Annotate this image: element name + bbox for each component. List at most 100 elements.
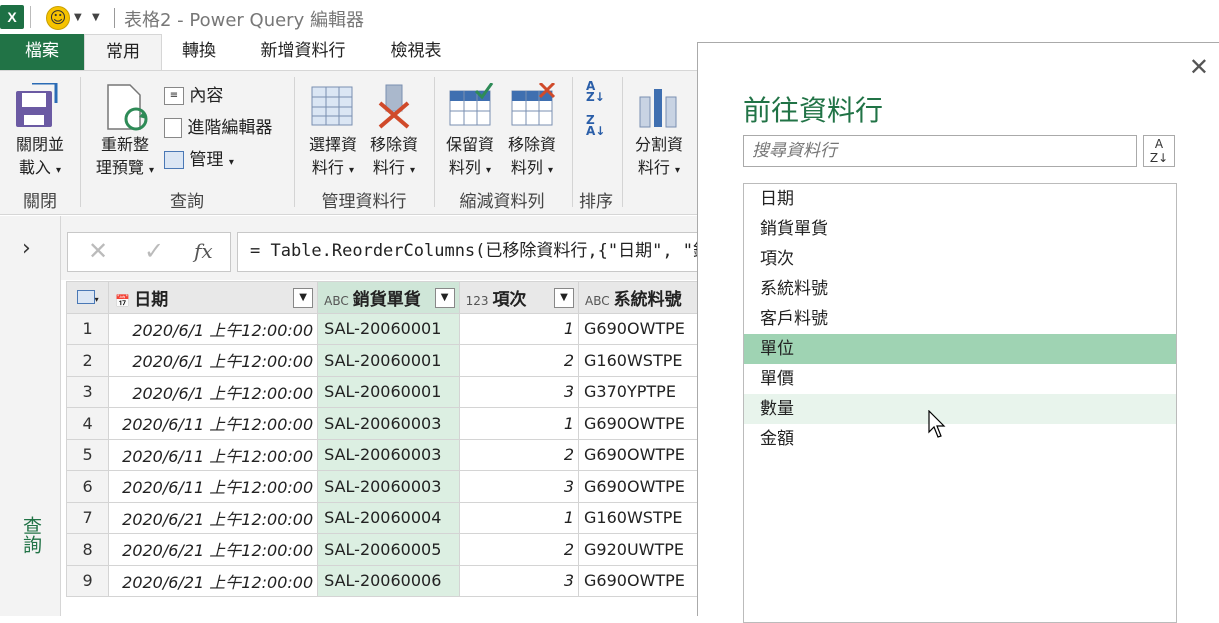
row-number[interactable]: 6 — [66, 470, 110, 503]
table-row[interactable]: 4 2020/6/11 上午12:00:00 SAL-20060003 1 G690OW… — [66, 407, 698, 440]
date-cell[interactable]: 2020/6/1 上午12:00:00 — [108, 312, 319, 345]
column-header-date[interactable]: 📅 日期 ▼ — [108, 281, 319, 314]
date-cell[interactable]: 2020/6/21 上午12:00:00 — [108, 564, 319, 597]
sort-az-button[interactable]: A Z↓ — [1143, 135, 1175, 167]
column-filter-button[interactable]: ▼ — [434, 288, 455, 308]
invoice-cell[interactable]: SAL-20060004 — [317, 501, 460, 534]
invoice-cell[interactable]: SAL-20060005 — [317, 533, 460, 566]
date-cell[interactable]: 2020/6/11 上午12:00:00 — [108, 438, 319, 471]
close-load-button[interactable]: 關閉並 載入 ▾ — [8, 133, 72, 182]
table-row[interactable]: 5 2020/6/11 上午12:00:00 SAL-20060003 2 G690OW… — [66, 438, 698, 471]
row-number[interactable]: 7 — [66, 501, 110, 534]
column-list-item[interactable]: 日期 — [744, 184, 1176, 214]
advanced-editor-button[interactable]: 進階編輯器 — [164, 113, 272, 138]
item-cell[interactable]: 1 — [458, 312, 580, 345]
smiley-icon[interactable]: ☺ — [46, 6, 70, 30]
invoice-cell[interactable]: SAL-20060001 — [317, 312, 460, 345]
row-number[interactable]: 5 — [66, 438, 110, 471]
column-list-item[interactable]: 數量 — [744, 394, 1176, 424]
date-cell[interactable]: 2020/6/21 上午12:00:00 — [108, 501, 319, 534]
part-no-cell[interactable]: G370YPTPE — [578, 375, 698, 408]
item-cell[interactable]: 2 — [458, 438, 580, 471]
tab-view[interactable]: 檢視表 — [374, 34, 458, 70]
part-no-cell[interactable]: G160WSTPE — [578, 344, 698, 377]
date-cell[interactable]: 2020/6/11 上午12:00:00 — [108, 407, 319, 440]
table-row[interactable]: 6 2020/6/11 上午12:00:00 SAL-20060003 3 G690OW… — [66, 470, 698, 503]
customize-toolbar-icon[interactable]: ▼ — [92, 12, 100, 23]
invoice-cell[interactable]: SAL-20060003 — [317, 407, 460, 440]
choose-columns-button[interactable]: 選擇資 料行 ▾ — [302, 133, 364, 182]
row-number[interactable]: 1 — [66, 312, 110, 345]
close-icon[interactable]: ✕ — [1189, 53, 1209, 81]
row-number[interactable]: 9 — [66, 564, 110, 597]
column-list-item[interactable]: 銷貨單貨 — [744, 214, 1176, 244]
tab-file[interactable]: 檔案 — [0, 34, 84, 70]
item-cell[interactable]: 3 — [458, 375, 580, 408]
column-header-item[interactable]: 123 項次 ▼ — [458, 281, 580, 314]
item-cell[interactable]: 1 — [458, 407, 580, 440]
item-cell[interactable]: 1 — [458, 501, 580, 534]
column-list-item[interactable]: 系統料號 — [744, 274, 1176, 304]
part-no-cell[interactable]: G690OWTPE — [578, 438, 698, 471]
part-no-cell[interactable]: G920UWTPE — [578, 533, 698, 566]
tab-add-column[interactable]: 新增資料行 — [240, 34, 366, 70]
column-filter-button[interactable]: ▼ — [554, 288, 575, 308]
table-row[interactable]: 2 2020/6/1 上午12:00:00 SAL-20060001 2 G160WST… — [66, 344, 698, 377]
row-number[interactable]: 3 — [66, 375, 110, 408]
tab-transform[interactable]: 轉換 — [164, 34, 234, 70]
remove-rows-button[interactable]: 移除資 料列 ▾ — [502, 133, 562, 182]
row-number[interactable]: 8 — [66, 533, 110, 566]
column-list-item[interactable]: 項次 — [744, 244, 1176, 274]
properties-button[interactable]: ≡ 內容 — [164, 81, 223, 106]
column-list-item[interactable]: 客戶料號 — [744, 304, 1176, 334]
part-no-cell[interactable]: G160WSTPE — [578, 501, 698, 534]
check-icon[interactable]: ✓ — [144, 237, 164, 265]
fx-icon[interactable]: fx — [194, 239, 213, 263]
table-row[interactable]: 8 2020/6/21 上午12:00:00 SAL-20060005 2 G920UW… — [66, 533, 698, 566]
invoice-cell[interactable]: SAL-20060003 — [317, 438, 460, 471]
sort-ascending-icon[interactable]: A Z↓ — [586, 80, 605, 103]
cancel-icon[interactable]: ✕ — [88, 237, 108, 265]
row-number[interactable]: 2 — [66, 344, 110, 377]
column-filter-button[interactable]: ▼ — [293, 288, 314, 308]
date-cell[interactable]: 2020/6/1 上午12:00:00 — [108, 344, 319, 377]
item-cell[interactable]: 3 — [458, 564, 580, 597]
column-list-item[interactable]: 單價 — [744, 364, 1176, 394]
table-row[interactable]: 3 2020/6/1 上午12:00:00 SAL-20060001 3 G370YPT… — [66, 375, 698, 408]
row-number[interactable]: 4 — [66, 407, 110, 440]
invoice-cell[interactable]: SAL-20060006 — [317, 564, 460, 597]
tab-home[interactable]: 常用 — [84, 34, 162, 70]
table-row[interactable]: 9 2020/6/21 上午12:00:00 SAL-20060006 3 G690OW… — [66, 564, 698, 597]
excel-icon[interactable]: X — [0, 5, 24, 29]
part-no-cell[interactable]: G690OWTPE — [578, 312, 698, 345]
queries-pane-label[interactable]: 查詢 — [18, 516, 45, 554]
date-cell[interactable]: 2020/6/21 上午12:00:00 — [108, 533, 319, 566]
keep-rows-button[interactable]: 保留資 料列 ▾ — [440, 133, 500, 182]
invoice-cell[interactable]: SAL-20060003 — [317, 470, 460, 503]
table-row[interactable]: 7 2020/6/21 上午12:00:00 SAL-20060004 1 G160WS… — [66, 501, 698, 534]
invoice-cell[interactable]: SAL-20060001 — [317, 344, 460, 377]
part-no-cell[interactable]: G690OWTPE — [578, 470, 698, 503]
formula-input[interactable]: = Table.ReorderColumns(已移除資料行,{"日期", "銷 — [237, 232, 707, 272]
date-cell[interactable]: 2020/6/11 上午12:00:00 — [108, 470, 319, 503]
item-cell[interactable]: 3 — [458, 470, 580, 503]
item-cell[interactable]: 2 — [458, 533, 580, 566]
part-no-cell[interactable]: G690OWTPE — [578, 407, 698, 440]
date-cell[interactable]: 2020/6/1 上午12:00:00 — [108, 375, 319, 408]
sort-descending-icon[interactable]: Z A↓ — [586, 114, 605, 137]
table-menu-header[interactable]: ▾ — [66, 281, 110, 314]
manage-button[interactable]: 管理 ▾ — [164, 145, 234, 170]
invoice-cell[interactable]: SAL-20060001 — [317, 375, 460, 408]
remove-columns-button[interactable]: 移除資 料行 ▾ — [364, 133, 424, 182]
table-row[interactable]: 1 2020/6/1 上午12:00:00 SAL-20060001 1 G690OWT… — [66, 312, 698, 345]
column-list-item[interactable]: 金額 — [744, 424, 1176, 454]
column-list-item[interactable]: 單位 — [744, 334, 1176, 364]
column-header-part-no[interactable]: ABC 系統料號 — [578, 281, 698, 314]
item-cell[interactable]: 2 — [458, 344, 580, 377]
refresh-preview-button[interactable]: 重新整 理預覽 ▾ — [88, 133, 162, 182]
search-columns-input[interactable] — [743, 135, 1137, 167]
column-header-invoice[interactable]: ABC 銷貨單貨 ▼ — [317, 281, 460, 314]
split-column-button[interactable]: 分割資 料行 ▾ — [626, 133, 692, 182]
part-no-cell[interactable]: G690OWTPE — [578, 564, 698, 597]
expand-queries-icon[interactable]: › — [22, 236, 31, 261]
